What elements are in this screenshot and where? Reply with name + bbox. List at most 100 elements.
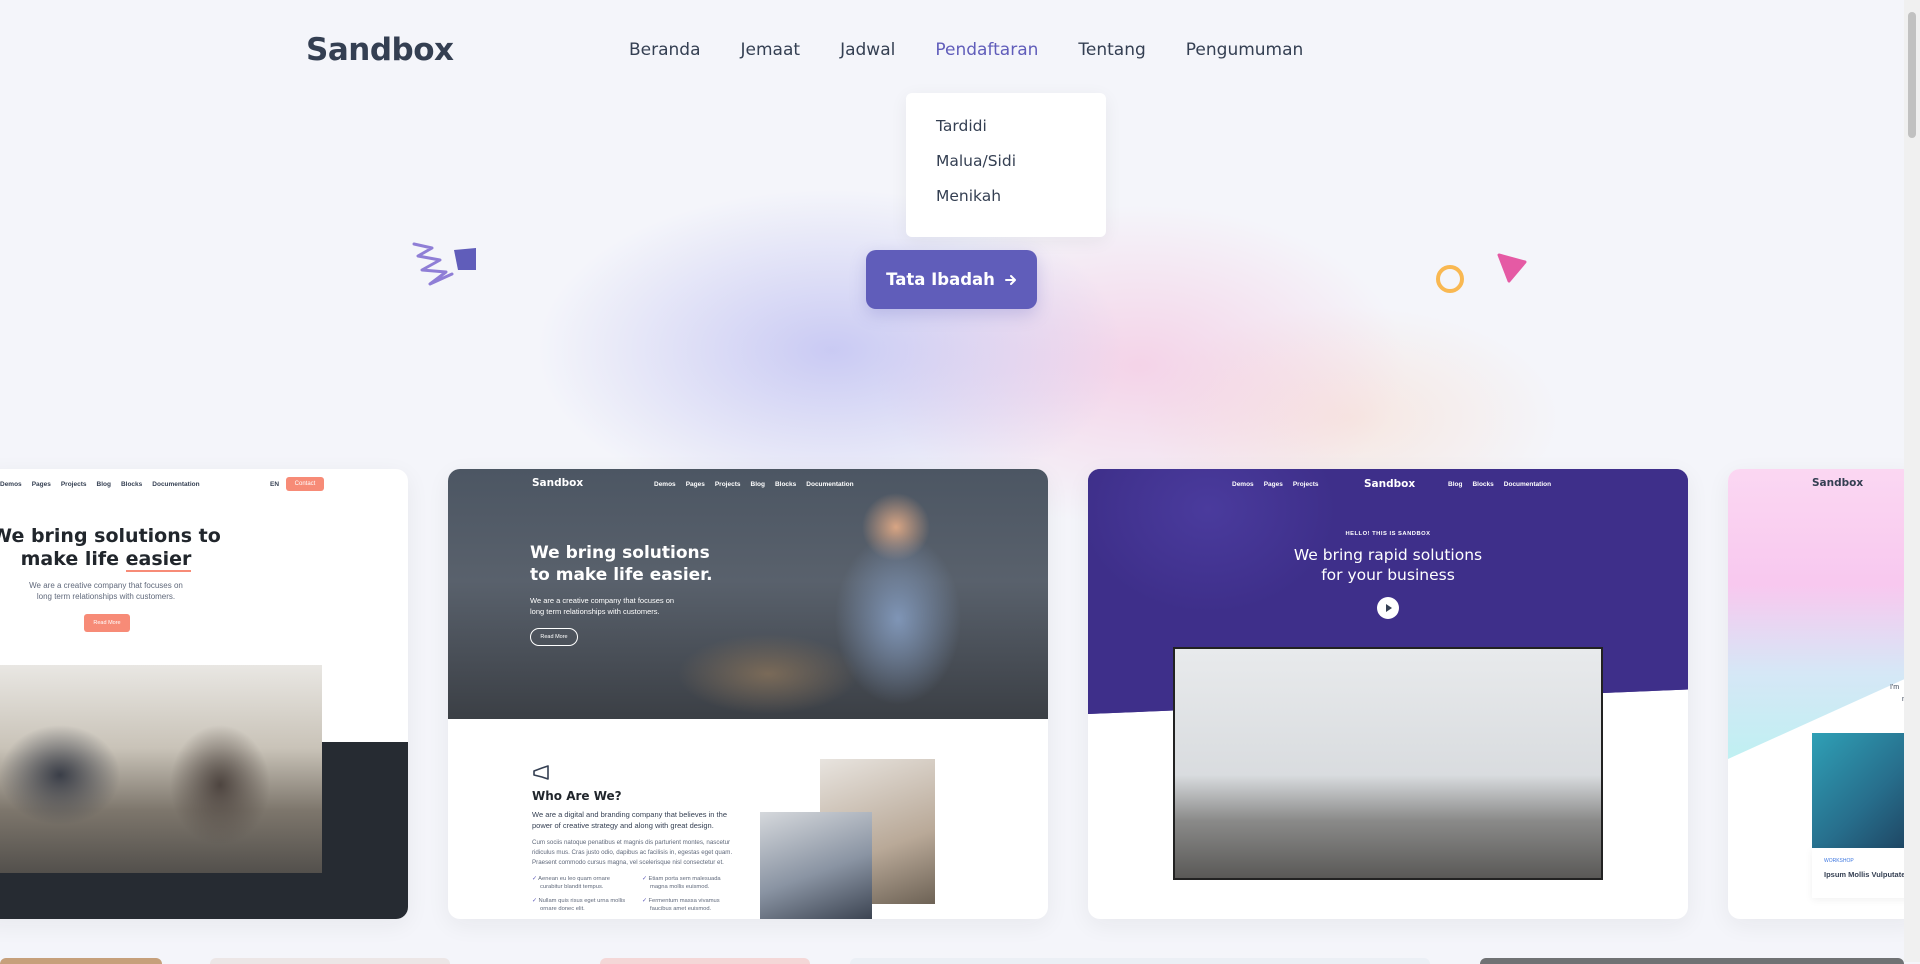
- card3-nav-item: Pages: [1263, 481, 1283, 488]
- card2-about-body: Cum sociis natoque penatibus et magnis d…: [532, 838, 732, 868]
- card2-text-line: long term relationships with customers.: [530, 607, 660, 616]
- card3-nav-item: Documentation: [1503, 481, 1552, 488]
- nav-item-tentang[interactable]: Tentang: [1078, 40, 1145, 60]
- card2-about-lead-line: We are a digital and branding company th…: [532, 810, 727, 819]
- next-card-peek: [0, 958, 162, 964]
- demo-card-2[interactable]: Sandbox Demos Pages Projects Blog Blocks…: [448, 469, 1048, 919]
- card1-contact-button: Contact: [286, 477, 324, 491]
- card2-bullet-text: magna mollis euismod.: [650, 884, 710, 890]
- nav-item-pendaftaran[interactable]: Pendaftaran: [935, 40, 1038, 60]
- card1-text: We are a creative company that focuses o…: [0, 580, 232, 602]
- card2-headline-line: to make life easier.: [530, 565, 713, 585]
- card2-bullet: ✓ Etiam porta sem malesuada magna mollis …: [642, 875, 742, 891]
- card2-nav-item: Demos: [654, 481, 676, 488]
- site-logo[interactable]: Sandbox: [306, 32, 454, 68]
- card1-text-line: long term relationships with customers.: [36, 592, 176, 601]
- card2-nav-item: Blocks: [774, 481, 797, 488]
- card2-bullet: ✓ Nullam quis risus eget urna mollis orna…: [532, 897, 642, 913]
- card2-about-body-line: Cum sociis natoque penatibus et magnis d…: [532, 839, 731, 846]
- card1-nav: Demos Pages Projects Blog Blocks Documen…: [0, 481, 200, 488]
- tata-ibadah-label: Tata Ibadah: [886, 270, 995, 289]
- card2-bullet-text: ornare donec elit.: [540, 906, 585, 912]
- dropdown-item-menikah[interactable]: Menikah: [906, 187, 1106, 222]
- card4-side-text: I'm: [1890, 684, 1900, 691]
- card3-eyebrow: HELLO! THIS IS SANDBOX: [1345, 531, 1431, 537]
- card2-nav-item: Pages: [685, 481, 705, 488]
- card2-about-body-line: ridiculus mus. Cras justo odio, dapibus …: [532, 849, 733, 856]
- card1-nav-item: Documentation: [152, 481, 200, 488]
- ring-shape-icon: [1436, 265, 1464, 293]
- card2-about-body-line: Praesent commodo cursus magna, vel scele…: [532, 859, 724, 866]
- card3-nav-item: Blog: [1448, 481, 1463, 488]
- card4-gradient-hero: [1728, 469, 1920, 759]
- tata-ibadah-button[interactable]: Tata Ibadah: [866, 250, 1037, 309]
- megaphone-icon: [533, 765, 549, 780]
- next-card-peek: [1480, 958, 1904, 964]
- card3-nav-item: Projects: [1292, 481, 1319, 488]
- card2-bullet: ✓ Fermentum massa vivamus faucibus amet e…: [642, 897, 742, 913]
- card1-nav-item: Projects: [60, 481, 87, 488]
- demo-card-1[interactable]: Demos Pages Projects Blog Blocks Documen…: [0, 469, 408, 919]
- card2-about-title: Who Are We?: [532, 789, 622, 803]
- card4-tag: WORKSHOP: [1824, 858, 1854, 864]
- card2-bullet-text: Nullam quis risus eget urna mollis: [538, 898, 626, 904]
- demo-card-4[interactable]: Sandbox I'm m WORKSHOP Ipsum Mollis Vulp…: [1728, 469, 1920, 919]
- pendaftaran-dropdown: Tardidi Malua/Sidi Menikah: [906, 93, 1106, 237]
- card2-logo: Sandbox: [532, 477, 584, 489]
- nav-item-beranda[interactable]: Beranda: [629, 40, 701, 60]
- play-icon: [1377, 597, 1399, 619]
- card2-nav-item: Projects: [714, 481, 741, 488]
- card2-nav-item: Documentation: [806, 481, 854, 488]
- card3-nav-item: Demos: [1232, 481, 1254, 488]
- vertical-scrollbar[interactable]: [1904, 0, 1920, 962]
- scrollbar-thumb[interactable]: [1908, 12, 1916, 138]
- demo-card-3[interactable]: Demos Pages Projects Sandbox Blog Blocks…: [1088, 469, 1688, 919]
- card2-about-lead-line: power of creative strategy and along wit…: [532, 821, 714, 830]
- dropdown-item-tardidi[interactable]: Tardidi: [906, 117, 1106, 152]
- nav-item-pengumuman[interactable]: Pengumuman: [1186, 40, 1304, 60]
- card2-text-line: We are a creative company that focuses o…: [530, 596, 675, 605]
- card3-team-photo: [1173, 647, 1603, 880]
- card2-bullets: ✓ Aenean eu leo quam ornare curabitur bla…: [532, 875, 742, 913]
- nav-item-jemaat[interactable]: Jemaat: [741, 40, 801, 60]
- card1-nav-item: Pages: [31, 481, 51, 488]
- next-card-peek: [210, 958, 450, 964]
- card1-nav-item: Demos: [0, 481, 22, 488]
- card1-headline-line2: make life easier: [0, 548, 232, 572]
- card1-text-line: We are a creative company that focuses o…: [29, 581, 183, 590]
- card3-headline-line: for your business: [1321, 566, 1455, 584]
- card3-nav-right: Blog Blocks Documentation: [1448, 481, 1551, 488]
- squiggle-shape-icon: [412, 242, 476, 286]
- card3-nav-item: Blocks: [1472, 481, 1494, 488]
- card2-text: We are a creative company that focuses o…: [530, 595, 674, 617]
- card4-logo: Sandbox: [1812, 477, 1864, 489]
- card2-bullet-text: Fermentum massa vivamus: [648, 898, 720, 904]
- card2-headline-line: We bring solutions: [530, 543, 710, 563]
- card1-lang: EN: [270, 481, 280, 488]
- card1-read-more: Read More: [84, 614, 130, 632]
- card1-headline: We bring solutions to make life easier: [0, 525, 232, 572]
- card3-headline-line: We bring rapid solutions: [1293, 546, 1483, 564]
- card2-bullet-text: Aenean eu leo quam ornare: [538, 876, 611, 882]
- arrow-right-icon: [1004, 274, 1016, 285]
- card1-headline-underlined: easier: [125, 548, 192, 572]
- dropdown-item-malua-sidi[interactable]: Malua/Sidi: [906, 152, 1106, 187]
- card1-nav-item: Blog: [96, 481, 111, 488]
- card2-nav-item: Blog: [750, 481, 765, 488]
- card2-bullet-text: curabitur blandit tempus.: [540, 884, 604, 890]
- card2-about-lead: We are a digital and branding company th…: [532, 809, 727, 831]
- card3-logo: Sandbox: [1364, 478, 1416, 490]
- card1-headline-part: make life: [20, 548, 126, 570]
- card2-hero-photo: [448, 469, 1048, 719]
- card2-read-more: Read More: [530, 628, 578, 646]
- card2-meeting-photo: [760, 812, 872, 919]
- card3-nav-left: Demos Pages Projects: [1232, 481, 1319, 488]
- main-nav: Beranda Jemaat Jadwal Pendaftaran Tentan…: [629, 40, 1343, 60]
- card1-headline-line1: We bring solutions to: [0, 525, 221, 547]
- next-card-peek: [600, 958, 810, 964]
- nav-item-jadwal[interactable]: Jadwal: [840, 40, 895, 60]
- card4-caption: Ipsum Mollis Vulputate: [1824, 870, 1906, 879]
- card1-nav-item: Blocks: [120, 481, 143, 488]
- card2-bullet-text: faucibus amet euismod.: [650, 906, 712, 912]
- card2-bullet-text: Etiam porta sem malesuada: [648, 876, 721, 882]
